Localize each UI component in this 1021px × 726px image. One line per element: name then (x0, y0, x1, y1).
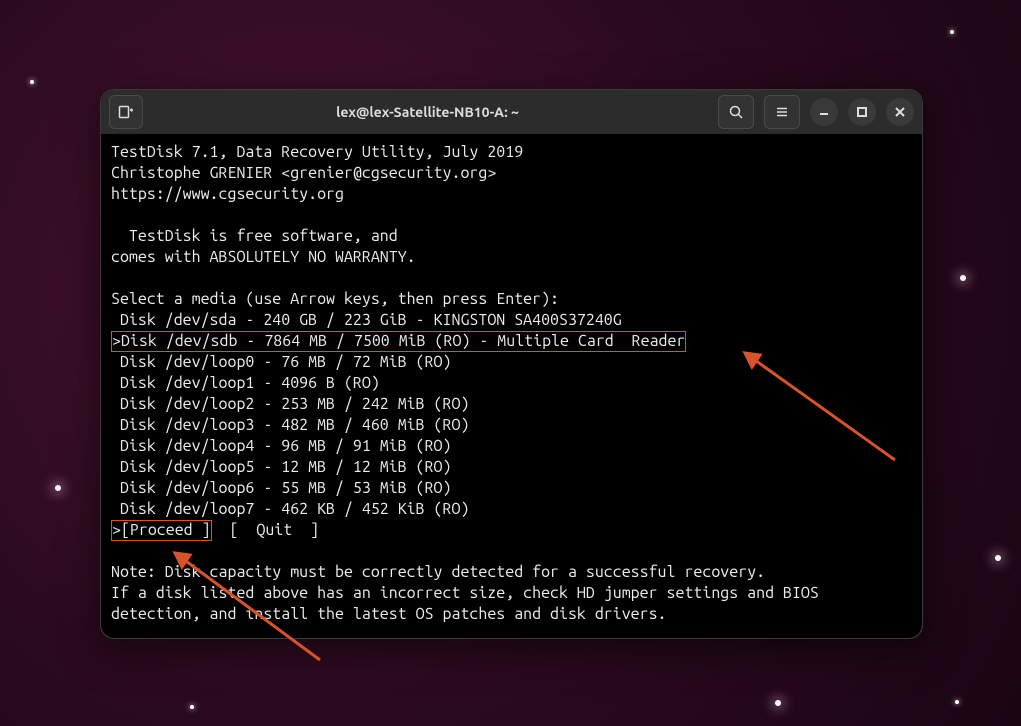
minimize-button[interactable] (810, 98, 838, 126)
header-line-3: https://www.cgsecurity.org (111, 185, 344, 203)
menu-quit[interactable]: [ Quit ] (212, 521, 320, 539)
menu-button[interactable] (764, 95, 800, 129)
close-button[interactable] (886, 98, 914, 126)
disk-item-loop6[interactable]: Disk /dev/loop6 - 55 MB / 53 MiB (RO) (111, 479, 451, 497)
search-button[interactable] (718, 95, 754, 129)
select-prompt: Select a media (use Arrow keys, then pre… (111, 290, 559, 308)
terminal-window: lex@lex-Satellite-NB10-A: ~ TestDisk 7.1… (100, 89, 923, 639)
disk-item-loop0[interactable]: Disk /dev/loop0 - 76 MB / 72 MiB (RO) (111, 353, 451, 371)
new-tab-button[interactable] (109, 95, 143, 129)
disk-item-loop7[interactable]: Disk /dev/loop7 - 462 KB / 452 KiB (RO) (111, 500, 469, 518)
header-line-2: Christophe GRENIER <grenier@cgsecurity.o… (111, 164, 496, 182)
disk-item-loop2[interactable]: Disk /dev/loop2 - 253 MB / 242 MiB (RO) (111, 395, 469, 413)
intro-line-1: TestDisk is free software, and (111, 227, 398, 245)
disk-item-loop1[interactable]: Disk /dev/loop1 - 4096 B (RO) (111, 374, 380, 392)
note-line-2: If a disk listed above has an incorrect … (111, 584, 819, 602)
header-line-1: TestDisk 7.1, Data Recovery Utility, Jul… (111, 143, 523, 161)
terminal-content[interactable]: TestDisk 7.1, Data Recovery Utility, Jul… (101, 134, 922, 638)
note-line-3: detection, and install the latest OS pat… (111, 605, 667, 623)
maximize-button[interactable] (848, 98, 876, 126)
window-title: lex@lex-Satellite-NB10-A: ~ (336, 104, 519, 120)
disk-item-loop4[interactable]: Disk /dev/loop4 - 96 MB / 91 MiB (RO) (111, 437, 451, 455)
menu-proceed[interactable]: >[Proceed ] (111, 520, 212, 541)
intro-line-2: comes with ABSOLUTELY NO WARRANTY. (111, 248, 416, 266)
disk-item-loop3[interactable]: Disk /dev/loop3 - 482 MB / 460 MiB (RO) (111, 416, 469, 434)
note-line-1: Note: Disk capacity must be correctly de… (111, 563, 765, 581)
titlebar: lex@lex-Satellite-NB10-A: ~ (101, 90, 922, 134)
disk-item-loop5[interactable]: Disk /dev/loop5 - 12 MB / 12 MiB (RO) (111, 458, 451, 476)
disk-item-sda[interactable]: Disk /dev/sda - 240 GB / 223 GiB - KINGS… (111, 311, 622, 329)
disk-item-sdb-selected[interactable]: >Disk /dev/sdb - 7864 MB / 7500 MiB (RO)… (111, 331, 686, 352)
